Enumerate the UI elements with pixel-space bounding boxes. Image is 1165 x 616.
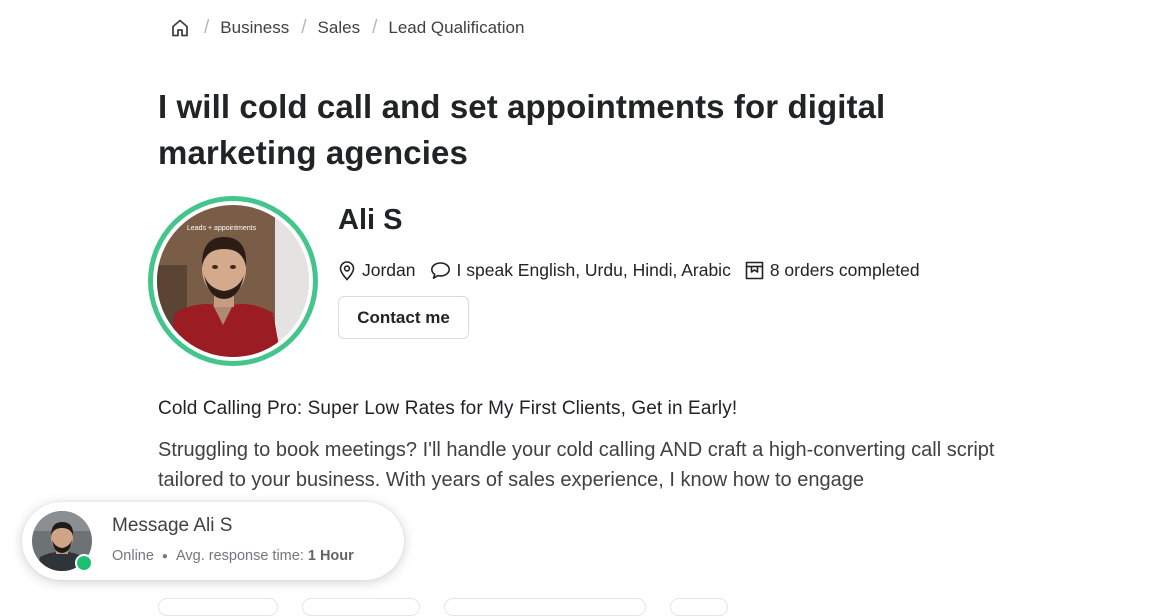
seller-meta: Jordan I speak English, Urdu, Hindi, Ara…: [338, 260, 920, 281]
seller-location: Jordan: [338, 260, 416, 281]
online-status-dot: [75, 554, 93, 572]
status-separator: ●: [161, 550, 168, 562]
tag-chip[interactable]: [302, 598, 420, 616]
seller-name[interactable]: Ali S: [338, 204, 402, 237]
home-icon[interactable]: [168, 16, 192, 40]
speech-bubble-icon: [430, 262, 450, 279]
seller-languages: I speak English, Urdu, Hindi, Arabic: [430, 260, 731, 281]
location-text: Jordan: [362, 260, 416, 280]
tag-chips: [158, 598, 752, 616]
tag-chip[interactable]: [444, 598, 646, 616]
languages-text: I speak English, Urdu, Hindi, Arabic: [456, 260, 731, 280]
gig-title: I will cold call and set appointments fo…: [158, 88, 886, 171]
message-status: Online ● Avg. response time: 1 Hour: [112, 548, 354, 564]
orders-box-icon: [745, 261, 764, 280]
online-status-text: Online: [112, 548, 154, 564]
breadcrumb-separator: /: [372, 17, 378, 38]
breadcrumb-separator: /: [301, 17, 307, 38]
response-time-value: 1 Hour: [307, 548, 354, 564]
seller-video-thumbnail: Leads + appointments: [157, 205, 309, 357]
tag-chip[interactable]: [670, 598, 728, 616]
breadcrumb: / Business / Sales / Lead Qualification: [168, 14, 524, 42]
orders-text: 8 orders completed: [769, 260, 920, 280]
breadcrumb-sales[interactable]: Sales: [318, 18, 361, 38]
breadcrumb-lead-qualification[interactable]: Lead Qualification: [388, 18, 524, 38]
description-heading: Cold Calling Pro: Super Low Rates for My…: [158, 398, 738, 419]
contact-me-button[interactable]: Contact me: [338, 296, 469, 339]
seller-orders: 8 orders completed: [745, 260, 920, 281]
video-overlay-text: Leads + appointments: [187, 225, 257, 232]
breadcrumb-separator: /: [204, 17, 210, 38]
seller-avatar[interactable]: Leads + appointments: [148, 196, 318, 366]
tag-chip[interactable]: [158, 598, 278, 616]
message-seller-popup[interactable]: Message Ali S Online ● Avg. response tim…: [22, 502, 404, 580]
message-title: Message Ali S: [112, 515, 233, 536]
description-body: Struggling to book meetings? I'll handle…: [158, 439, 995, 491]
response-time-label: Avg. response time:: [175, 548, 304, 564]
map-pin-icon: [339, 260, 355, 281]
breadcrumb-business[interactable]: Business: [220, 18, 289, 38]
